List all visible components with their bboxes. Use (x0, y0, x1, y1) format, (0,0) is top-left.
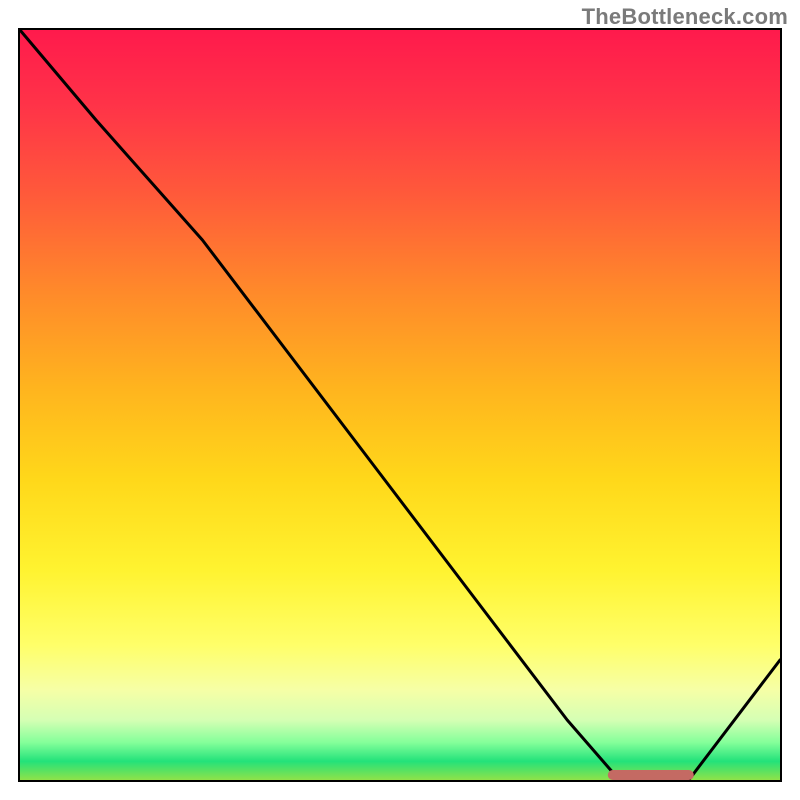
plot-frame (18, 28, 782, 782)
bottleneck-curve-svg (20, 30, 780, 780)
bottleneck-curve-path (20, 30, 780, 780)
watermark-text: TheBottleneck.com (582, 4, 788, 30)
chart-stage: TheBottleneck.com (0, 0, 800, 800)
